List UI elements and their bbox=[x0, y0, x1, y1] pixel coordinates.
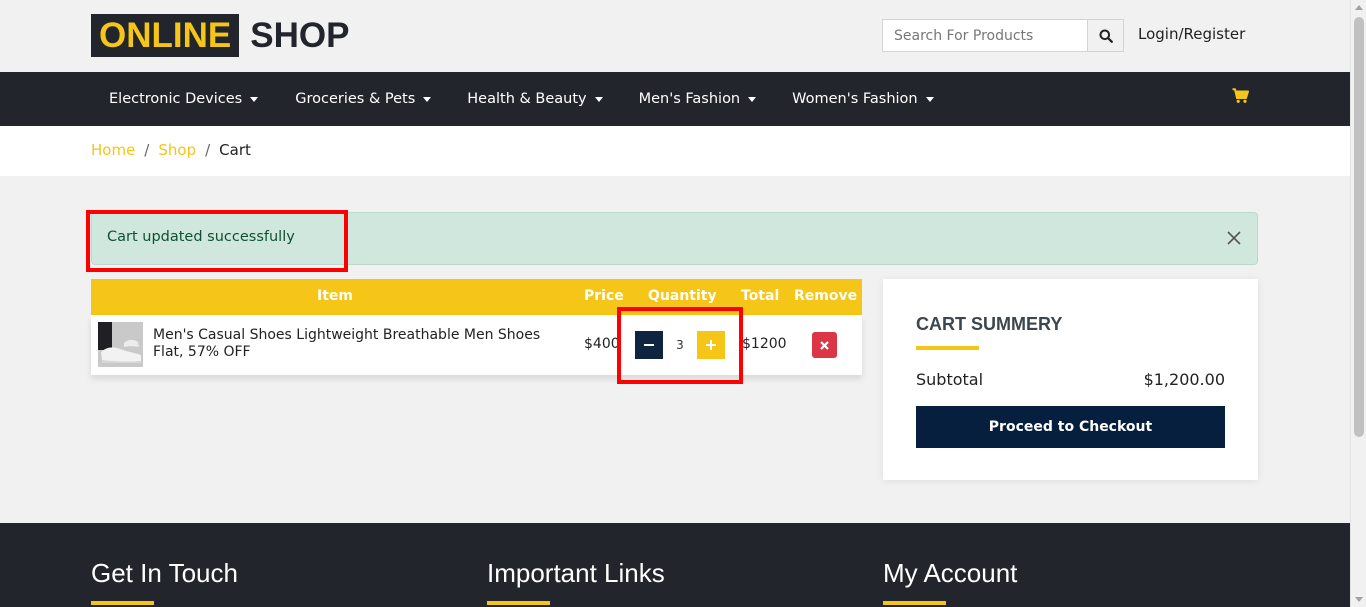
logo-text: SHOP bbox=[250, 15, 350, 55]
search-button[interactable] bbox=[1087, 19, 1124, 52]
plus-icon bbox=[706, 340, 716, 350]
cart-summary: CART SUMMERY Subtotal $1,200.00 Proceed … bbox=[883, 279, 1258, 480]
nav-menu: Electronic Devices Groceries & Pets Heal… bbox=[109, 72, 934, 126]
nav-item-health-beauty[interactable]: Health & Beauty bbox=[467, 91, 603, 107]
nav-item-label: Men's Fashion bbox=[638, 91, 741, 107]
footer-heading-underline bbox=[487, 601, 550, 605]
footer-heading-underline bbox=[91, 601, 154, 605]
caret-down-icon bbox=[925, 96, 934, 102]
footer-heading-underline bbox=[883, 601, 946, 605]
decrease-quantity-button[interactable] bbox=[635, 331, 663, 359]
footer-column-account: My Account bbox=[883, 558, 1017, 605]
nav-item-womens-fashion[interactable]: Women's Fashion bbox=[792, 91, 934, 107]
nav-item-label: Electronic Devices bbox=[109, 91, 243, 107]
search-bar bbox=[882, 19, 1124, 52]
quantity-stepper: 3 bbox=[635, 331, 725, 359]
increase-quantity-button[interactable] bbox=[697, 331, 725, 359]
top-header: ONLINE SHOP Login/Register bbox=[0, 0, 1350, 72]
nav-item-label: Women's Fashion bbox=[792, 91, 918, 107]
search-input[interactable] bbox=[882, 19, 1087, 52]
caret-down-icon bbox=[748, 96, 757, 102]
breadcrumb-separator: / bbox=[144, 141, 150, 159]
footer-column-links: Important Links bbox=[487, 558, 665, 605]
breadcrumb-separator: / bbox=[205, 141, 211, 159]
column-header-price: Price bbox=[584, 288, 624, 304]
cart-icon[interactable] bbox=[1232, 88, 1249, 108]
footer-heading: My Account bbox=[883, 558, 1018, 588]
breadcrumb-current: Cart bbox=[219, 141, 251, 159]
minus-icon bbox=[644, 344, 654, 346]
column-header-item: Item bbox=[317, 288, 353, 304]
close-icon[interactable] bbox=[1225, 229, 1243, 247]
subtotal-value: $1,200.00 bbox=[1143, 370, 1225, 389]
scrollbar-thumb[interactable] bbox=[1354, 17, 1364, 437]
nav-item-label: Groceries & Pets bbox=[295, 91, 416, 107]
main-nav: Electronic Devices Groceries & Pets Heal… bbox=[0, 72, 1350, 126]
cart-table: Item Price Quantity Total Remove Men's C… bbox=[91, 279, 862, 387]
footer: Get In Touch Important Links My Account bbox=[0, 523, 1350, 607]
caret-down-icon bbox=[594, 96, 603, 102]
breadcrumb-home[interactable]: Home bbox=[91, 141, 135, 159]
breadcrumb-shop[interactable]: Shop bbox=[158, 141, 196, 159]
footer-heading: Important Links bbox=[487, 558, 665, 588]
table-row: Men's Casual Shoes Lightweight Breathabl… bbox=[91, 315, 862, 375]
summary-title-underline bbox=[916, 346, 979, 350]
nav-item-mens-fashion[interactable]: Men's Fashion bbox=[639, 91, 757, 107]
alert-message: Cart updated successfully bbox=[107, 229, 295, 245]
times-icon bbox=[820, 340, 829, 350]
footer-column-contact: Get In Touch bbox=[91, 558, 238, 605]
login-register-link[interactable]: Login/Register bbox=[1138, 25, 1245, 43]
table-header: Item Price Quantity Total Remove bbox=[91, 279, 862, 315]
column-header-quantity: Quantity bbox=[648, 288, 717, 304]
success-alert: Cart updated successfully bbox=[91, 212, 1258, 265]
product-name[interactable]: Men's Casual Shoes Lightweight Breathabl… bbox=[153, 327, 563, 361]
product-total: $1200 bbox=[742, 336, 787, 352]
nav-item-electronic-devices[interactable]: Electronic Devices bbox=[109, 91, 259, 107]
breadcrumb-bar: Home / Shop / Cart bbox=[0, 126, 1350, 176]
remove-item-button[interactable] bbox=[812, 332, 837, 358]
summary-title: CART SUMMERY bbox=[916, 314, 1063, 334]
proceed-to-checkout-button[interactable]: Proceed to Checkout bbox=[916, 406, 1225, 448]
quantity-input[interactable]: 3 bbox=[663, 338, 697, 352]
search-icon bbox=[1099, 29, 1113, 43]
column-header-remove: Remove bbox=[794, 288, 858, 304]
logo-highlight: ONLINE bbox=[91, 14, 240, 57]
logo[interactable]: ONLINE SHOP bbox=[91, 14, 349, 57]
nav-item-groceries-pets[interactable]: Groceries & Pets bbox=[295, 91, 432, 107]
page-scrollbar[interactable] bbox=[1350, 0, 1366, 607]
column-header-total: Total bbox=[741, 288, 780, 304]
caret-down-icon bbox=[250, 96, 259, 102]
breadcrumb: Home / Shop / Cart bbox=[91, 141, 251, 159]
caret-down-icon bbox=[423, 96, 432, 102]
nav-item-label: Health & Beauty bbox=[467, 91, 587, 107]
scroll-up-icon[interactable] bbox=[1355, 5, 1363, 10]
scroll-down-icon[interactable] bbox=[1355, 597, 1363, 602]
subtotal-label: Subtotal bbox=[916, 370, 984, 389]
product-price: $400 bbox=[584, 336, 620, 352]
product-thumbnail bbox=[98, 322, 143, 367]
footer-heading: Get In Touch bbox=[91, 558, 238, 588]
